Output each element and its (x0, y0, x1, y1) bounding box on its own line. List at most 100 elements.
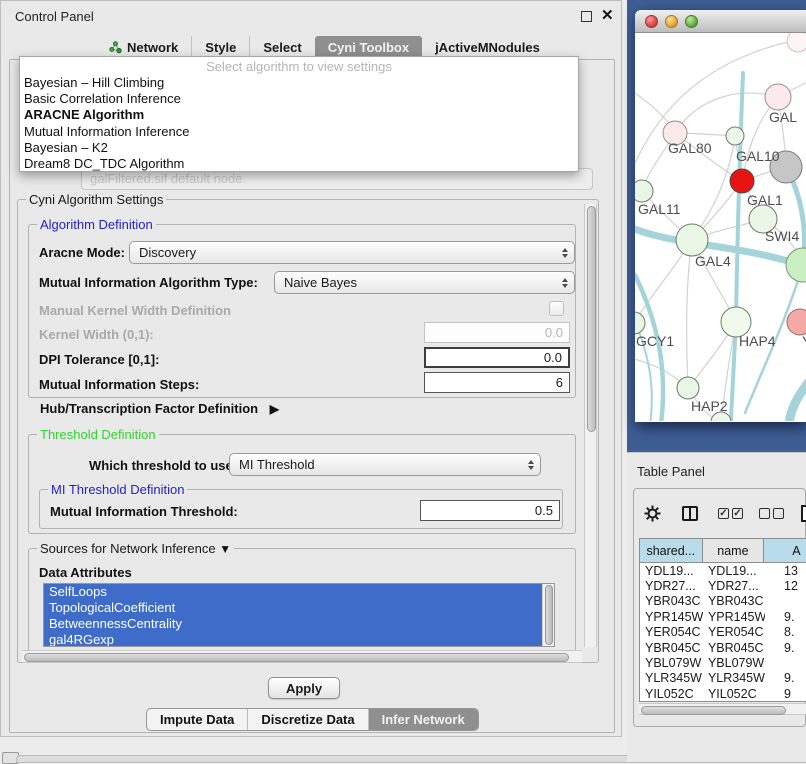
table-cell: YER054C (640, 625, 703, 639)
aracne-mode-combo[interactable]: Discovery (129, 241, 575, 264)
table-cell: YDR27... (640, 579, 703, 593)
algorithm-option[interactable]: Basic Correlation Inference (20, 91, 578, 107)
close-traffic-light[interactable] (645, 15, 658, 28)
combo-spinner-icon (562, 278, 568, 288)
list-scrollbar[interactable] (542, 584, 554, 646)
cyni-settings-title: Cyni Algorithm Settings (26, 192, 166, 207)
data-attribute-item[interactable]: TopologicalCoefficient (44, 600, 542, 616)
network-node-hap2[interactable] (677, 377, 699, 399)
table-cell: YLR345W (640, 671, 703, 685)
aracne-mode-label: Aracne Mode: (39, 245, 125, 260)
minimize-traffic-light[interactable] (665, 15, 678, 28)
mi-steps-field[interactable]: 6 (424, 372, 570, 393)
table-row[interactable]: YER054CYER054C8. (640, 625, 806, 640)
bottom-tabbar: Impute DataDiscretize DataInfer Network (146, 708, 479, 731)
data-attribute-item[interactable]: BetweennessCentrality (44, 616, 542, 632)
settings-vertical-scrollbar[interactable] (584, 204, 597, 647)
sources-title-label: Sources for Network Inference (40, 541, 216, 556)
table-cell: 9 (765, 687, 806, 701)
table-horizontal-scrollbar[interactable] (639, 703, 806, 715)
dpi-tolerance-label: DPI Tolerance [0,1]: (39, 352, 159, 367)
table-cell: 9. (765, 671, 806, 685)
table-row[interactable]: YDR27...YDR27...12 (640, 578, 806, 593)
tab-impute-data[interactable]: Impute Data (147, 709, 247, 730)
table-cell: YPR145W (703, 610, 765, 624)
which-threshold-label: Which threshold to use: (89, 458, 237, 473)
float-window-button[interactable] (581, 11, 592, 22)
table-cell: YBR045C (640, 641, 703, 655)
network-node[interactable] (726, 127, 744, 145)
gear-icon[interactable] (644, 505, 661, 522)
settings-horizontal-scrollbar[interactable] (22, 650, 582, 663)
apply-button[interactable]: Apply (268, 677, 340, 699)
algorithm-definition-group: Algorithm Definition Aracne Mode: Discov… (28, 224, 576, 398)
mi-type-value: Naive Bayes (284, 275, 357, 290)
column-selector-icon[interactable] (682, 506, 698, 521)
table-cell: YPR145W (640, 610, 703, 624)
algorithm-option[interactable]: ARACNE Algorithm (20, 107, 578, 123)
sources-title[interactable]: Sources for Network Inference ▼ (37, 541, 234, 556)
table-column-header[interactable]: A (764, 539, 806, 562)
network-window-titlebar[interactable] (635, 10, 806, 33)
manual-kernel-checkbox[interactable] (549, 301, 564, 316)
table-row[interactable]: YLR345WYLR345W9. (640, 671, 806, 686)
data-attribute-item[interactable]: gal4RGexp (44, 632, 542, 647)
table-row[interactable]: YDL19...YDL19...13 (640, 563, 806, 578)
table-cell: YBR045C (703, 641, 765, 655)
zoom-traffic-light[interactable] (685, 15, 698, 28)
table-panel: Table Panel ✓✓ shared...nameA YDL19...YD… (627, 452, 806, 762)
kernel-width-label: Kernel Width (0,1): (39, 327, 154, 342)
algorithm-option[interactable]: Mutual Information Inference (20, 124, 578, 140)
network-canvas[interactable]: GALGAL80GAL10GAL1GAL11SWI4GAL4GCY1HAP4YH… (635, 33, 806, 421)
data-attributes-label: Data Attributes (39, 565, 132, 580)
table-cell: YLR345W (703, 671, 765, 685)
table-panel-title: Table Panel (637, 464, 705, 479)
network-node-gal11[interactable] (635, 180, 653, 202)
node-label: GCY1 (636, 333, 674, 349)
table-cell: YDL19... (703, 564, 765, 578)
table-row[interactable]: YIL052CYIL052C9 (640, 686, 806, 701)
which-threshold-combo[interactable]: MI Threshold (229, 453, 541, 476)
table-row[interactable]: YBR045CYBR045C9. (640, 640, 806, 655)
network-node[interactable] (786, 248, 806, 282)
table-row[interactable]: YPR145WYPR145W9. (640, 609, 806, 624)
tab-label: Network (127, 40, 178, 55)
mi-type-combo[interactable]: Naive Bayes (274, 271, 575, 294)
algorithm-option[interactable]: Bayesian – K2 (20, 140, 578, 156)
hub-section-toggle[interactable]: Hub/Transcription Factor Definition ▶ (40, 401, 279, 416)
control-panel-window: Control Panel ✕ NetworkStyleSelectCyni T… (0, 0, 622, 737)
algorithm-options: Bayesian – Hill ClimbingBasic Correlatio… (20, 75, 578, 172)
network-thick-edges (635, 73, 806, 421)
network-node-gal4[interactable] (676, 224, 708, 256)
tab-infer-network[interactable]: Infer Network (368, 709, 478, 730)
mi-threshold-field[interactable]: 0.5 (420, 500, 560, 521)
table-cell: 9. (765, 641, 806, 655)
tab-discretize-data[interactable]: Discretize Data (247, 709, 367, 730)
network-node-y[interactable] (787, 309, 806, 335)
node-label: GAL (769, 109, 797, 125)
table-row[interactable]: YBR043CYBR043C (640, 594, 806, 609)
network-node[interactable] (787, 33, 806, 52)
deselect-all-checks-icon[interactable] (759, 508, 784, 519)
select-all-checks-icon[interactable]: ✓✓ (718, 508, 743, 519)
network-node-gcy1[interactable] (635, 312, 645, 334)
network-node-gal1[interactable] (730, 169, 754, 193)
control-panel-title: Control Panel (15, 9, 94, 24)
algorithm-option[interactable]: Dream8 DC_TDC Algorithm (20, 156, 578, 172)
table-row[interactable]: YBL079WYBL079W (640, 655, 806, 670)
table-cell: 9. (765, 610, 806, 624)
threshold-group: Threshold Definition Which threshold to … (28, 434, 576, 534)
data-attribute-item[interactable]: SelfLoops (44, 584, 542, 600)
network-node-gal[interactable] (765, 84, 791, 110)
table-cell: YIL052C (703, 687, 765, 701)
close-window-button[interactable]: ✕ (601, 6, 614, 24)
kernel-width-field[interactable]: 0.0 (424, 322, 570, 343)
new-table-icon[interactable] (801, 505, 806, 522)
node-label: GAL4 (695, 253, 731, 269)
algorithm-option[interactable]: Bayesian – Hill Climbing (20, 75, 578, 91)
manual-kernel-label: Manual Kernel Width Definition (39, 303, 231, 318)
dpi-tolerance-field[interactable]: 0.0 (424, 347, 570, 368)
table-column-header[interactable]: shared... (640, 539, 703, 562)
table-cell: 8. (765, 625, 806, 639)
table-column-header[interactable]: name (703, 539, 765, 562)
